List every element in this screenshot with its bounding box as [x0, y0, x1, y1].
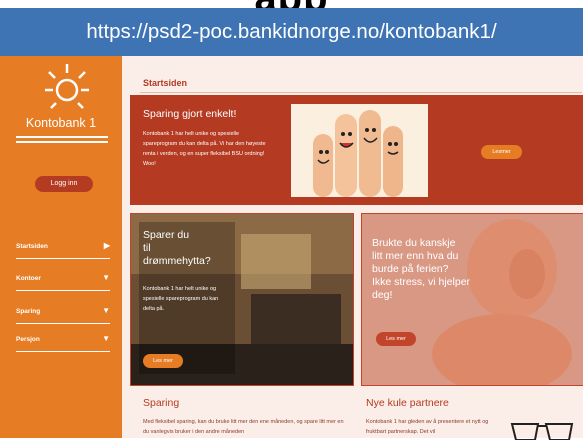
card-title: Sparer du — [143, 229, 190, 241]
section-text-partners: Kontobank 1 har gleden av å presentere e… — [366, 419, 489, 435]
sidebar-item-label: Sparing — [16, 308, 41, 315]
chevron-down-icon: ▼ — [102, 334, 110, 343]
hero-title: Sparing gjort enkelt! — [143, 108, 237, 120]
sidebar-item-persjon[interactable]: Persjon ▼ — [16, 329, 110, 352]
read-more-button[interactable]: Les mer — [143, 354, 183, 368]
sidebar-item-label: Startsiden — [16, 243, 48, 250]
promo-card-cabin: Sparer du til drømmehytta? Kontobank 1 h… — [130, 213, 354, 386]
brand-underline — [16, 136, 108, 138]
section-title-sparing: Sparing — [143, 397, 180, 409]
brand-name: Kontobank 1 — [25, 116, 97, 130]
chevron-down-icon: ▼ — [102, 273, 110, 282]
sidebar-item-kontoer[interactable]: Kontoer ▼ — [16, 268, 110, 291]
card-title: til — [143, 242, 151, 254]
slide-title-partial: app — [0, 0, 583, 8]
card-title: burde på ferien? — [372, 263, 449, 275]
sidebar-item-startsiden[interactable]: Startsiden ▶ — [16, 236, 110, 259]
sidebar-item-label: Kontoer — [16, 275, 41, 282]
section-text-sparing: Med fleksibel sparing, kan du bruke litt… — [143, 419, 344, 435]
card-title: drømmehytta? — [143, 255, 211, 267]
card-title: Ikke stress, vi hjelper — [372, 276, 471, 288]
hero-text: Kontobank 1 har helt unike og spesielle … — [143, 131, 266, 167]
slide-title-text: app — [0, 0, 583, 8]
section-title-partners: Nye kule partnere — [366, 397, 449, 409]
url-banner: https://psd2-poc.bankidnorge.no/kontoban… — [0, 8, 583, 56]
card-title: deg! — [372, 289, 393, 301]
read-more-button[interactable]: Lesmer — [481, 145, 522, 159]
read-more-button[interactable]: Les mer — [376, 332, 416, 346]
sidebar: Kontobank 1 Logg inn Startsiden ▶ Kontoe… — [0, 56, 122, 438]
sidebar-item-label: Persjon — [16, 336, 40, 343]
promo-card-baby: Brukte du kanskje litt mer enn hva du bu… — [361, 213, 583, 386]
sidebar-item-sparing[interactable]: Sparing ▼ — [16, 301, 110, 324]
glasses-image — [510, 423, 574, 440]
card-text: Kontobank 1 har helt unike og spesielle … — [143, 286, 219, 312]
chevron-down-icon: ▼ — [102, 306, 110, 315]
card-title: litt mer enn hva du — [372, 250, 459, 262]
page-title: Startsiden — [143, 78, 188, 88]
chevron-right-icon: ▶ — [103, 241, 110, 250]
divider — [140, 92, 582, 93]
card-title: Brukte du kanskje — [372, 237, 456, 249]
brand-underline — [16, 141, 108, 143]
login-button[interactable]: Logg inn — [35, 176, 93, 192]
fingers-image — [291, 104, 428, 197]
sun-logo-icon — [45, 64, 89, 109]
